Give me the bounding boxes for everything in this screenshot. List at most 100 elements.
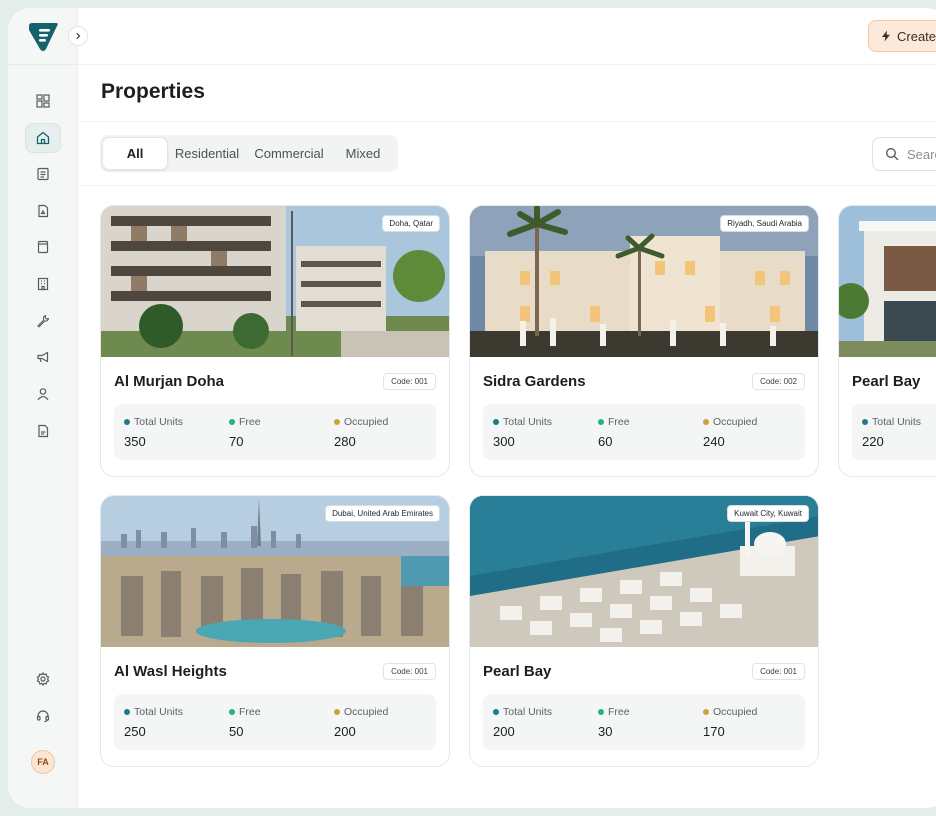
stat-total-value: 350 [124, 434, 146, 449]
megaphone-icon [37, 351, 49, 363]
stat-occupied: Occupied 280 [334, 404, 439, 460]
stat-total-value: 220 [862, 434, 884, 449]
user-avatar[interactable]: FA [31, 750, 55, 774]
stat-occupied-value: 280 [334, 434, 356, 449]
stat-free-label: Free [239, 706, 261, 718]
report-icon [38, 424, 49, 438]
archive-icon [37, 240, 49, 254]
stat-occupied-label: Occupied [344, 416, 389, 428]
nav-support[interactable] [8, 702, 78, 730]
stat-total-label: Total Units [134, 706, 184, 718]
stat-free: Free 70 [229, 404, 334, 460]
stat-free: Free 30 [598, 694, 703, 750]
top-bar: Create [78, 8, 936, 65]
property-card[interactable]: Kuwait City, Kuwait Pearl Bay Code: 001 … [469, 495, 819, 767]
property-card[interactable]: Dubai, United Arab Emirates Al Wasl Heig… [100, 495, 450, 767]
stat-free-label: Free [239, 416, 261, 428]
tab-all[interactable]: All [102, 137, 168, 170]
property-name: Al Wasl Heights [114, 663, 227, 680]
property-card[interactable]: Pearl Bay Total Units 220 [838, 205, 936, 477]
nav-buildings[interactable] [8, 270, 78, 298]
tab-commercial[interactable]: Commercial [250, 135, 328, 172]
occupied-dot-icon [334, 709, 340, 715]
stat-free-value: 60 [598, 434, 613, 449]
create-button[interactable]: Create [868, 20, 936, 52]
stat-total: Total Units 300 [493, 404, 598, 460]
page-title: Properties [101, 80, 205, 103]
nav-settings[interactable] [8, 665, 78, 693]
nav-maintenance[interactable] [8, 307, 78, 335]
property-code-badge: Code: 002 [752, 373, 805, 390]
nav-users[interactable] [8, 380, 78, 408]
property-card[interactable]: Riyadh, Saudi Arabia Sidra Gardens Code:… [469, 205, 819, 477]
property-name: Pearl Bay [852, 373, 921, 390]
stat-total: Total Units 200 [493, 694, 598, 750]
lightning-icon [882, 30, 890, 42]
unit-stats: Total Units 350 Free 70 Occupied 280 [114, 404, 436, 460]
stat-occupied-value: 170 [703, 724, 725, 739]
stat-total: Total Units 250 [124, 694, 229, 750]
dashboard-grid-icon [36, 94, 50, 108]
stat-occupied-label: Occupied [713, 706, 758, 718]
nav-reports[interactable] [8, 417, 78, 445]
total-dot-icon [124, 709, 130, 715]
nav-properties[interactable] [8, 123, 78, 153]
stat-occupied: Occupied 200 [334, 694, 439, 750]
stat-occupied-label: Occupied [713, 416, 758, 428]
stat-free-value: 70 [229, 434, 244, 449]
create-button-label: Create [897, 28, 936, 44]
stat-free-value: 50 [229, 724, 244, 739]
wrench-icon [37, 314, 50, 328]
stat-free-label: Free [608, 706, 630, 718]
stat-occupied-value: 200 [334, 724, 356, 739]
stat-occupied: Occupied 240 [703, 404, 808, 460]
unit-stats: Total Units 250 Free 50 Occupied 200 [114, 694, 436, 750]
search-placeholder: Search [907, 146, 936, 162]
location-badge: Kuwait City, Kuwait [727, 505, 809, 522]
stat-total-label: Total Units [134, 416, 184, 428]
unit-stats: Total Units 200 Free 30 Occupied 170 [483, 694, 805, 750]
property-code-badge: Code: 001 [752, 663, 805, 680]
search-input[interactable]: Search [872, 137, 936, 171]
stat-total-label: Total Units [872, 416, 922, 428]
occupied-dot-icon [703, 709, 709, 715]
sidebar-divider [8, 64, 78, 65]
nav-dashboard[interactable] [8, 87, 78, 115]
stat-free-value: 30 [598, 724, 613, 739]
total-dot-icon [862, 419, 868, 425]
nav-files[interactable] [8, 197, 78, 225]
unit-stats: Total Units 220 [852, 404, 936, 460]
location-badge: Doha, Qatar [382, 215, 440, 232]
sidebar-expand-button[interactable] [68, 26, 88, 46]
building-icon [37, 277, 49, 291]
location-badge: Dubai, United Arab Emirates [325, 505, 440, 522]
stat-occupied-value: 240 [703, 434, 725, 449]
stat-occupied: Occupied 170 [703, 694, 808, 750]
category-tabs: All Residential Commercial Mixed [100, 135, 398, 172]
home-icon [36, 131, 50, 145]
chevron-right-icon [76, 32, 81, 40]
file-icon [38, 204, 49, 218]
unit-stats: Total Units 300 Free 60 Occupied 240 [483, 404, 805, 460]
app-logo[interactable] [26, 20, 60, 54]
stat-total-value: 250 [124, 724, 146, 739]
free-dot-icon [229, 709, 235, 715]
occupied-dot-icon [703, 419, 709, 425]
property-name: Sidra Gardens [483, 373, 586, 390]
stat-total: Total Units 350 [124, 404, 229, 460]
tab-mixed[interactable]: Mixed [336, 135, 390, 172]
total-dot-icon [493, 709, 499, 715]
settings-gear-icon [36, 672, 50, 686]
nav-campaigns[interactable] [8, 343, 78, 371]
property-name: Al Murjan Doha [114, 373, 225, 390]
nav-documents[interactable] [8, 160, 78, 188]
stat-occupied-label: Occupied [344, 706, 389, 718]
tab-residential[interactable]: Residential [172, 135, 242, 172]
stat-total-value: 200 [493, 724, 515, 739]
property-card[interactable]: Doha, Qatar Al Murjan Doha Code: 001 Tot… [100, 205, 450, 477]
stat-total-label: Total Units [503, 416, 553, 428]
stat-free: Free 50 [229, 694, 334, 750]
total-dot-icon [493, 419, 499, 425]
stat-free-label: Free [608, 416, 630, 428]
nav-archive[interactable] [8, 233, 78, 261]
